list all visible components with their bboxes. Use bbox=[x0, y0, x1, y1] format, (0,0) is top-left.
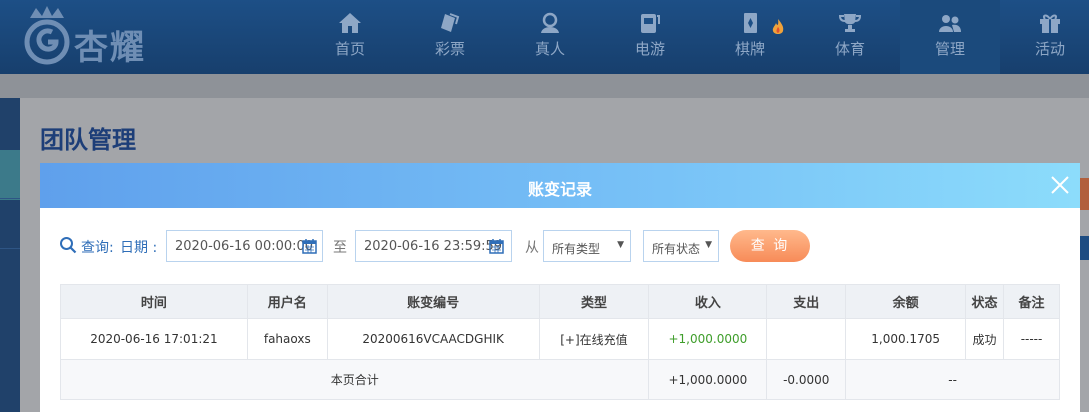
nav-label: 电游 bbox=[634, 40, 665, 58]
users-icon bbox=[939, 15, 961, 32]
page-total-label: 本页合计 bbox=[59, 359, 650, 400]
nav-item-sports[interactable]: 体育 bbox=[800, 0, 900, 74]
column-header: 类型 bbox=[538, 284, 650, 319]
logo-emblem-icon bbox=[24, 6, 70, 65]
nav-item-promotions[interactable]: 活动 bbox=[1000, 0, 1089, 74]
page-overlay-strip bbox=[0, 74, 1089, 98]
gift-icon bbox=[1040, 14, 1060, 33]
table-row[interactable]: 2020-06-16 17:01:21 fahaoxs 20200616VCAA… bbox=[60, 318, 1060, 360]
search-icon bbox=[60, 237, 77, 254]
total-expense-cell: -0.0000 bbox=[766, 359, 847, 400]
nav-label: 活动 bbox=[1034, 40, 1065, 58]
lottery-icon bbox=[441, 13, 460, 32]
column-header: 时间 bbox=[60, 284, 248, 319]
live-dealer-icon bbox=[541, 12, 559, 33]
total-rest-cell: -- bbox=[845, 359, 1060, 400]
nav-item-home[interactable]: 首页 bbox=[300, 0, 400, 74]
nav-item-lottery[interactable]: 彩票 bbox=[400, 0, 500, 74]
calendar-icon[interactable] bbox=[489, 238, 504, 254]
top-navigation: 杏耀 首页 彩票 真人 电游 棋牌 体育 管理 活动 bbox=[0, 0, 1089, 74]
to-label: 至 bbox=[333, 240, 347, 256]
nav-label: 体育 bbox=[834, 40, 865, 58]
table-header-row: 时间 用户名 账变编号 类型 收入 支出 余额 状态 备注 bbox=[60, 284, 1060, 319]
transactions-table: 时间 用户名 账变编号 类型 收入 支出 余额 状态 备注 2020-06-16… bbox=[59, 284, 1060, 400]
column-header: 账变编号 bbox=[326, 284, 540, 319]
type-select-value: 所有类型 bbox=[552, 242, 601, 256]
brand-name: 杏耀 bbox=[74, 28, 146, 68]
column-header: 状态 bbox=[965, 284, 1005, 319]
nav-label: 真人 bbox=[534, 40, 565, 58]
nav-item-slots[interactable]: 电游 bbox=[600, 0, 700, 74]
column-header: 收入 bbox=[648, 284, 768, 319]
start-date-value: 2020-06-16 00:00:00 bbox=[175, 239, 314, 254]
flame-icon bbox=[772, 19, 784, 34]
chevron-down-icon: ▼ bbox=[705, 240, 712, 250]
brand-logo[interactable]: 杏耀 bbox=[22, 6, 172, 68]
cards-icon bbox=[744, 13, 757, 33]
column-header: 用户名 bbox=[246, 284, 328, 319]
side-tab[interactable] bbox=[1079, 178, 1089, 210]
nav-item-live[interactable]: 真人 bbox=[500, 0, 600, 74]
nav-item-management[interactable]: 管理 bbox=[900, 0, 1000, 74]
side-tab[interactable] bbox=[1079, 236, 1089, 260]
side-menu-active-item[interactable] bbox=[0, 150, 20, 200]
nav-label: 管理 bbox=[934, 40, 965, 58]
nav-label: 首页 bbox=[334, 40, 365, 58]
from-label: 从 bbox=[525, 240, 539, 256]
balance-cell: 1,000.1705 bbox=[845, 318, 967, 360]
start-date-input[interactable]: 2020-06-16 00:00:00 bbox=[166, 230, 323, 262]
end-date-value: 2020-06-16 23:59:59 bbox=[364, 239, 503, 254]
column-header: 余额 bbox=[845, 284, 967, 319]
txn-id-cell: 20200616VCAACDGHIK bbox=[326, 318, 540, 360]
query-button[interactable]: 查 询 bbox=[730, 230, 810, 262]
username-cell: fahaoxs bbox=[246, 318, 328, 360]
close-icon[interactable] bbox=[1049, 174, 1071, 196]
page-title: 团队管理 bbox=[40, 126, 136, 154]
time-cell: 2020-06-16 17:01:21 bbox=[60, 318, 248, 360]
query-label: 查询: bbox=[81, 240, 114, 256]
modal-title: 账变记录 bbox=[527, 180, 592, 199]
home-icon bbox=[339, 13, 361, 33]
nav-label: 彩票 bbox=[434, 40, 465, 58]
nav-item-cards[interactable]: 棋牌 bbox=[700, 0, 800, 74]
modal-header: 账变记录 bbox=[40, 163, 1080, 208]
remark-cell: ----- bbox=[1003, 318, 1060, 360]
transaction-record-modal: 账变记录 查询: 日期 : 2020-06-16 00:00:00 至 2020… bbox=[40, 163, 1080, 412]
income-cell: +1,000.0000 bbox=[648, 318, 768, 360]
side-menu bbox=[0, 98, 20, 412]
status-cell: 成功 bbox=[965, 318, 1005, 360]
page-total-row: 本页合计 +1,000.0000 -0.0000 -- bbox=[59, 359, 1060, 400]
total-income-cell: +1,000.0000 bbox=[648, 359, 768, 400]
type-select[interactable]: 所有类型 ▼ bbox=[543, 230, 631, 262]
expense-cell bbox=[766, 318, 847, 360]
status-select-value: 所有状态 bbox=[652, 242, 701, 256]
column-header: 备注 bbox=[1003, 284, 1060, 319]
divider bbox=[0, 248, 20, 249]
chevron-down-icon: ▼ bbox=[617, 240, 624, 250]
nav-label: 棋牌 bbox=[734, 40, 765, 58]
slot-machine-icon bbox=[641, 14, 660, 33]
calendar-icon[interactable] bbox=[302, 238, 317, 254]
divider bbox=[0, 198, 20, 199]
status-select[interactable]: 所有状态 ▼ bbox=[643, 230, 719, 262]
trophy-icon bbox=[838, 14, 862, 32]
type-cell: [+]在线充值 bbox=[538, 318, 650, 360]
end-date-input[interactable]: 2020-06-16 23:59:59 bbox=[355, 230, 512, 262]
column-header: 支出 bbox=[766, 284, 847, 319]
date-label: 日期 : bbox=[120, 240, 158, 256]
